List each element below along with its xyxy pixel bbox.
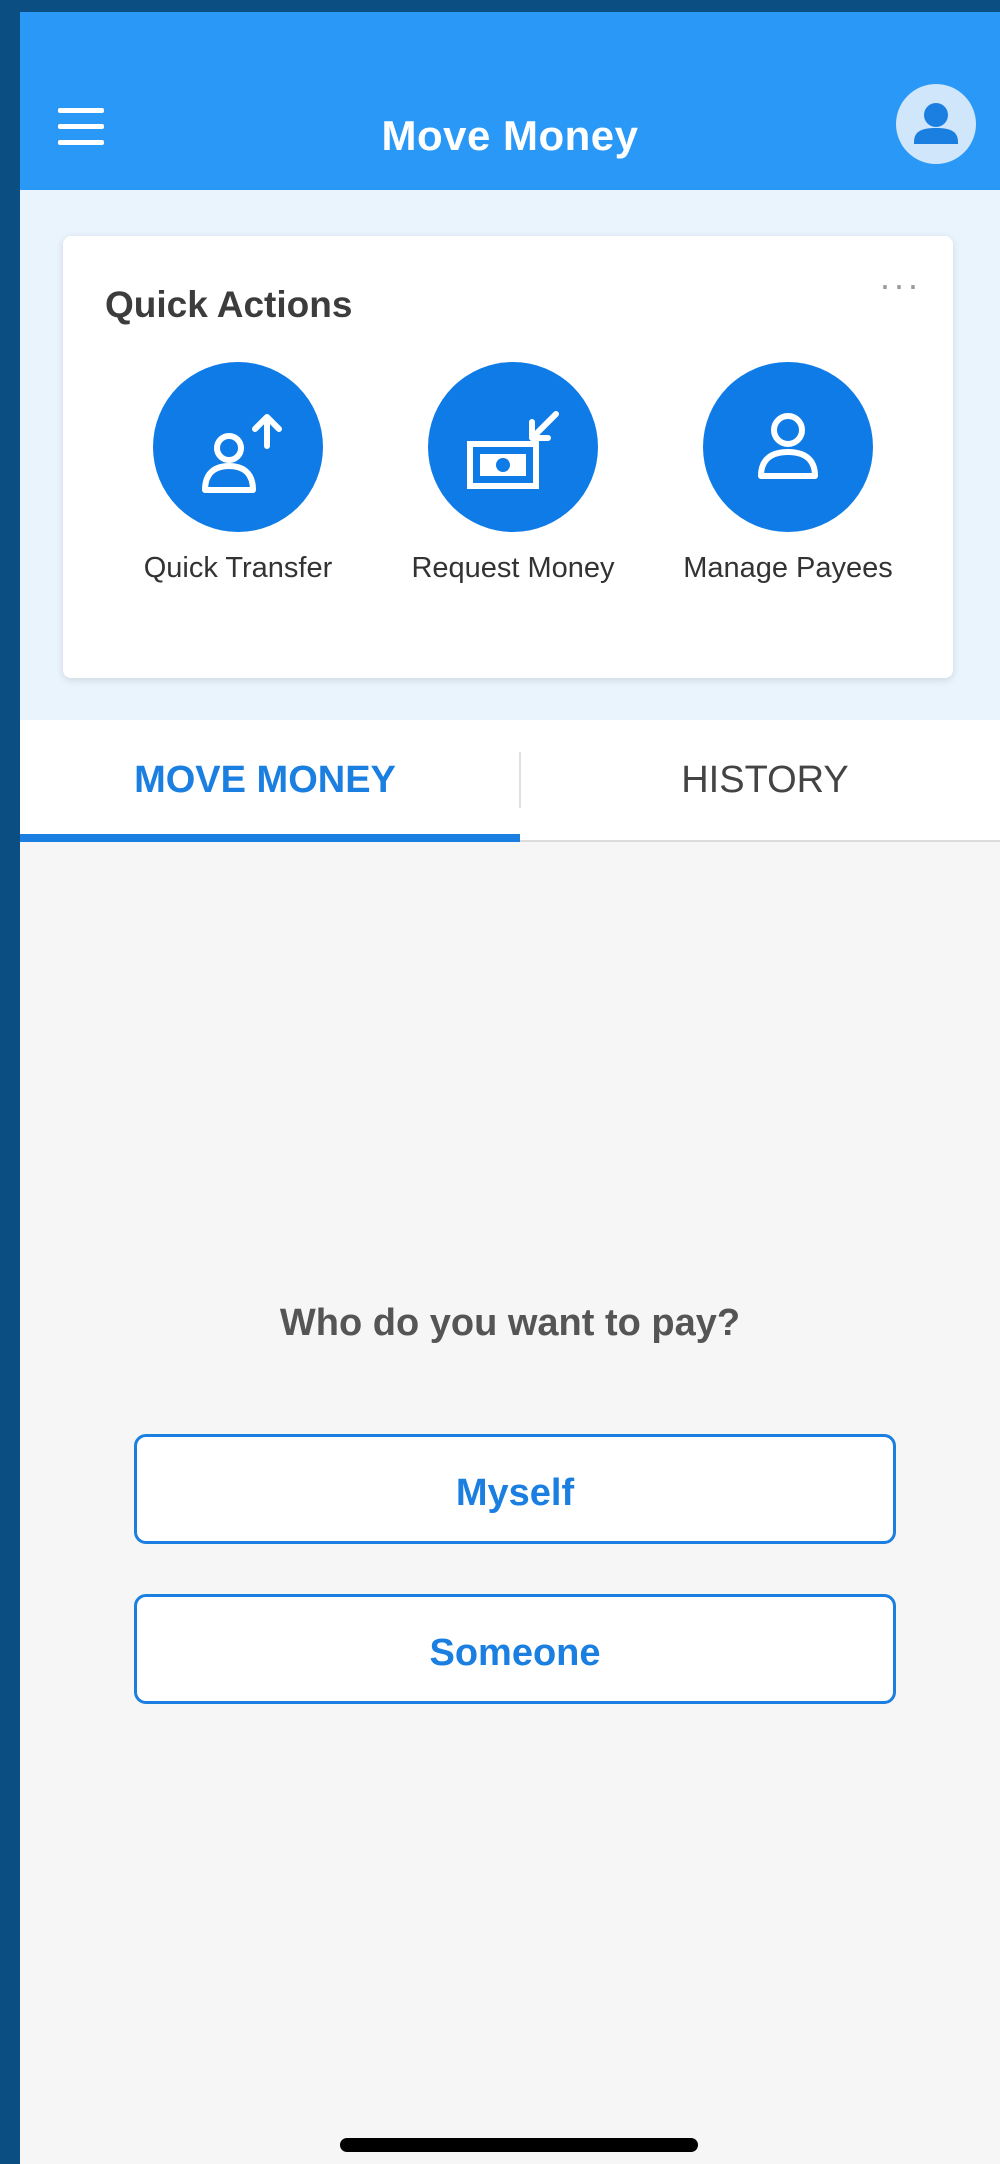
- quick-transfer-icon: [153, 362, 323, 532]
- quick-actions-title: Quick Actions: [105, 284, 353, 325]
- pay-prompt: Who do you want to pay?: [279, 1302, 741, 1344]
- tab-move-money[interactable]: MOVE MONEY: [20, 720, 510, 840]
- quick-actions-card: Quick Actions ··· Quick Transfer Request…: [63, 236, 953, 678]
- manage-payees-icon: [703, 362, 873, 532]
- tab-history[interactable]: HISTORY: [520, 720, 1000, 840]
- more-options-icon[interactable]: ···: [879, 264, 921, 306]
- request-money-label: Request Money: [411, 552, 615, 584]
- pay-myself-button[interactable]: Myself: [134, 1434, 896, 1544]
- home-indicator: [340, 2138, 698, 2152]
- active-tab-indicator: [20, 834, 520, 842]
- top-app-bar: Move Money: [20, 12, 1000, 190]
- tab-bar: MOVE MONEY HISTORY: [20, 720, 1000, 842]
- quick-transfer-label: Quick Transfer: [143, 552, 333, 584]
- pay-someone-button[interactable]: Someone: [134, 1594, 896, 1704]
- manage-payees-button[interactable]: Manage Payees: [658, 362, 918, 585]
- app-screen: Move Money Quick Actions ··· Quick Trans…: [20, 12, 1000, 2164]
- quick-transfer-button[interactable]: Quick Transfer: [108, 362, 368, 585]
- manage-payees-label: Manage Payees: [683, 552, 893, 584]
- request-money-icon: [428, 362, 598, 532]
- profile-avatar-icon[interactable]: [896, 84, 976, 164]
- request-money-button[interactable]: Request Money: [383, 362, 643, 585]
- page-title: Move Money: [381, 112, 639, 159]
